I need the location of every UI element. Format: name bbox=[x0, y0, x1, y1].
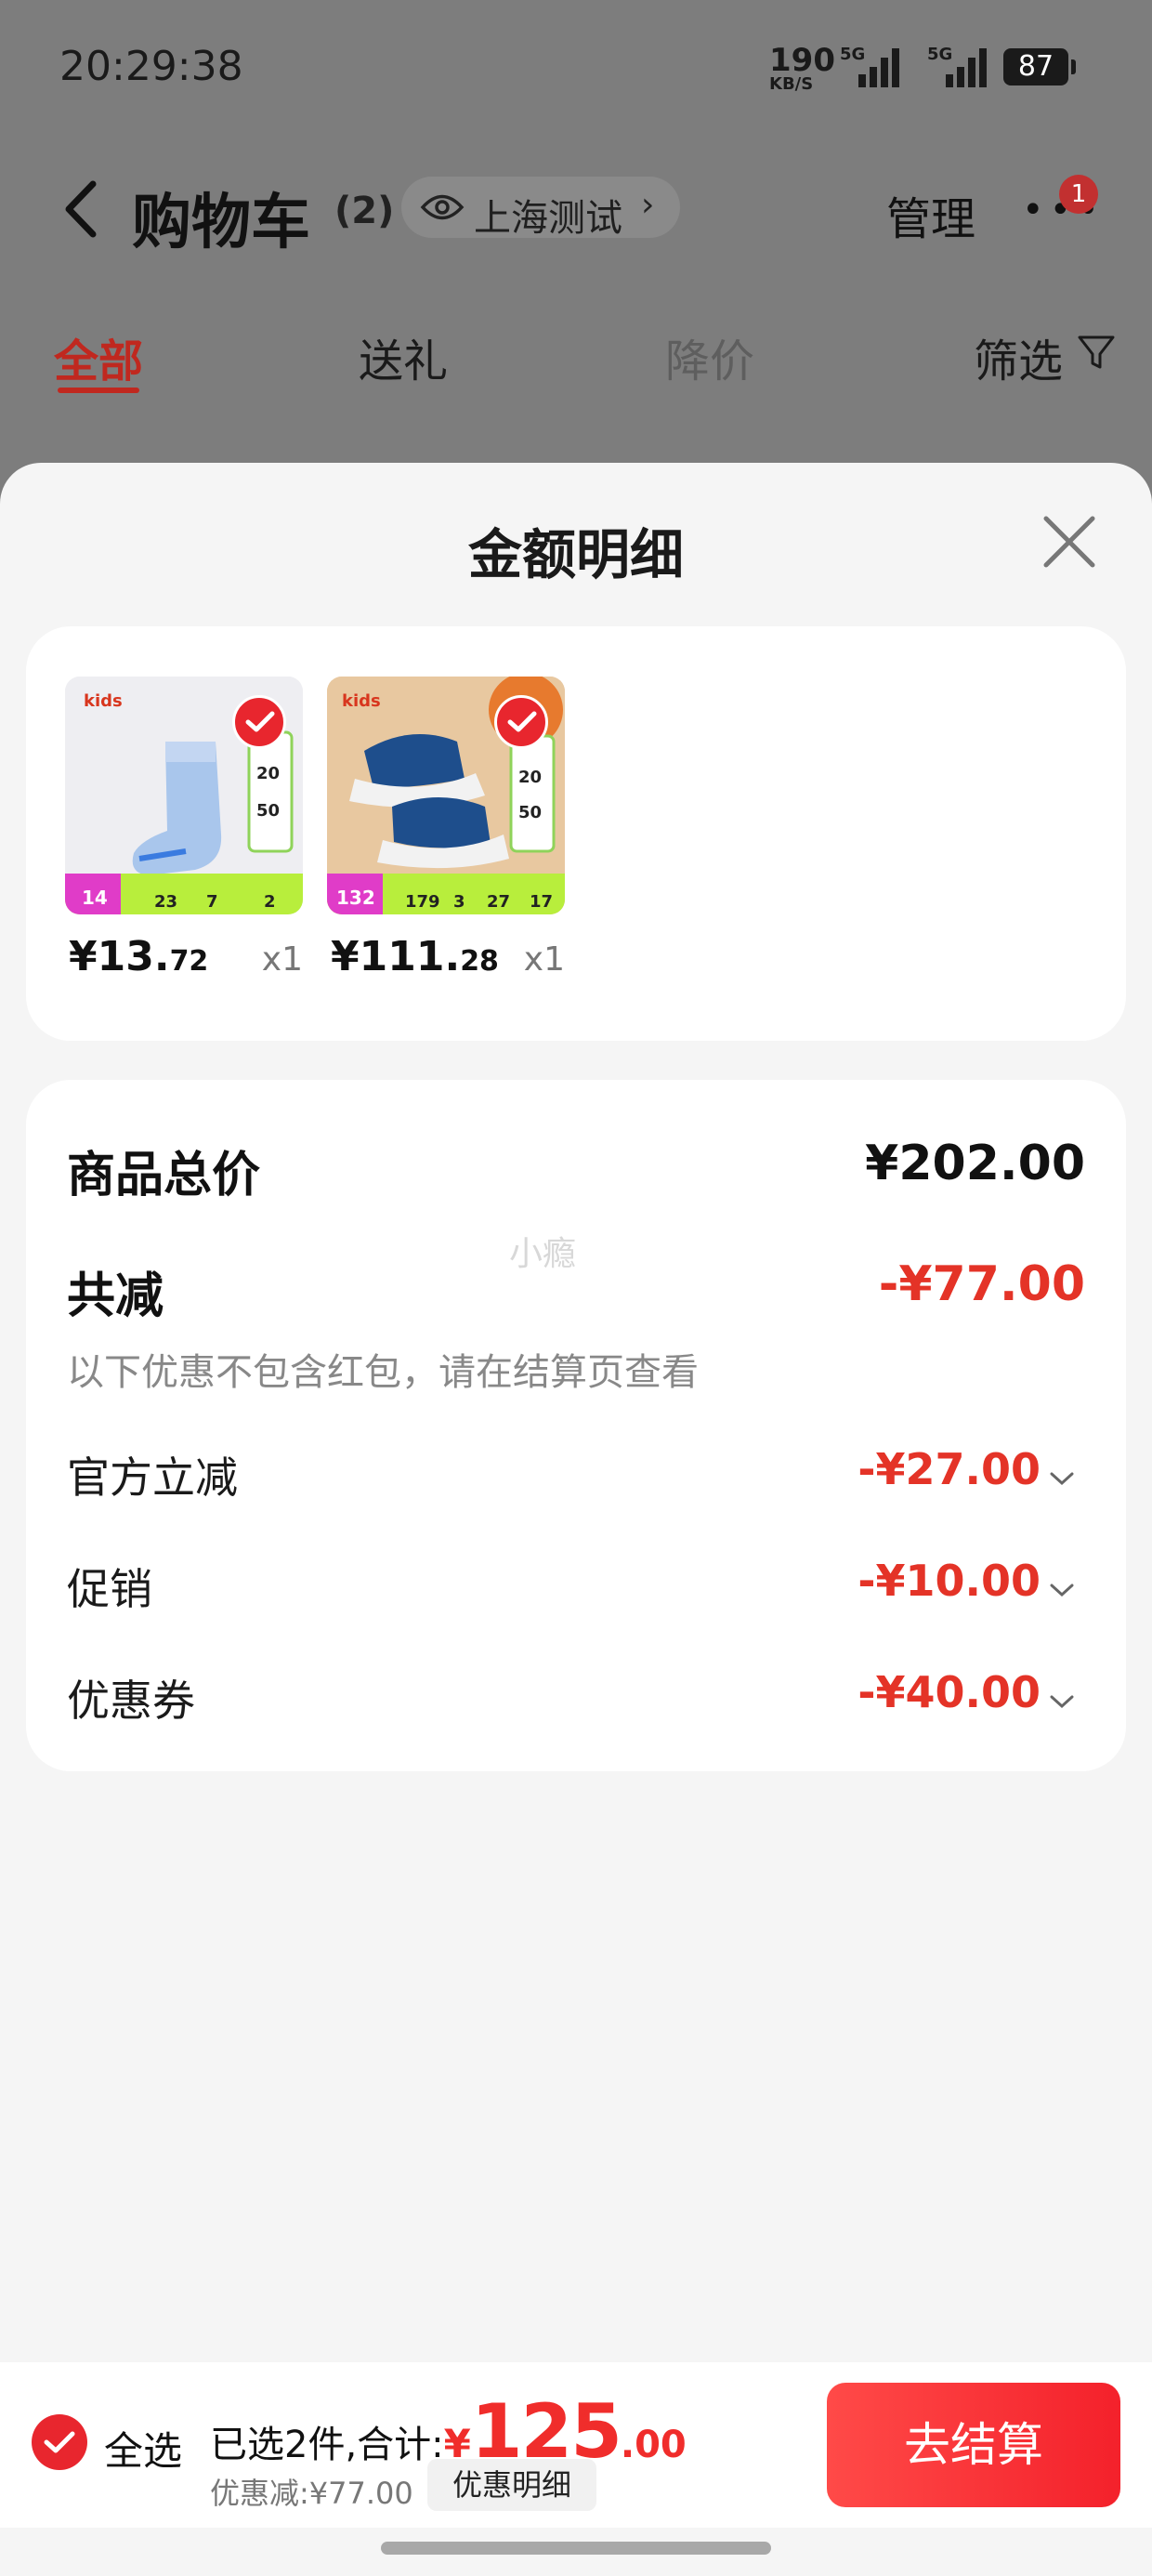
svg-text:17: 17 bbox=[530, 892, 553, 912]
signal-label: 5G bbox=[840, 45, 866, 64]
selected-products-card: kids 20 50 14 23 7 2 ¥13.72 x1 kids 20 5… bbox=[26, 626, 1126, 1041]
total-cents: .00 bbox=[620, 2424, 687, 2466]
product-image[interactable]: kids 20 50 14 23 7 2 bbox=[65, 677, 303, 914]
discount-row-value: -¥40.00 bbox=[857, 1667, 1041, 1717]
signal-label: 5G bbox=[927, 45, 953, 64]
svg-text:kids: kids bbox=[342, 691, 381, 711]
page-title: 购物车 bbox=[132, 189, 310, 257]
tab-price-drop[interactable]: 降价 bbox=[665, 324, 754, 389]
price-cents: 72 bbox=[169, 945, 209, 978]
product-quantity: x1 bbox=[523, 940, 565, 979]
more-menu-button[interactable]: ••• 1 bbox=[1013, 175, 1099, 242]
discount-row-value: -¥27.00 bbox=[857, 1444, 1041, 1494]
svg-text:14: 14 bbox=[82, 887, 108, 909]
checkout-bar: 全选 已选2件,合计:¥125.00 优惠减:¥77.00 优惠明细 去结算 bbox=[0, 2362, 1152, 2528]
price-breakdown-card: 商品总价 ¥202.00 小瘾 共减 -¥77.00 以下优惠不包含红包，请在结… bbox=[26, 1080, 1126, 1771]
svg-text:179: 179 bbox=[405, 892, 440, 912]
product-quantity: x1 bbox=[261, 940, 303, 979]
manage-button[interactable]: 管理 bbox=[886, 182, 975, 247]
selected-check-icon[interactable] bbox=[232, 695, 286, 749]
close-icon[interactable] bbox=[1037, 509, 1102, 574]
filter-funnel-icon[interactable] bbox=[1076, 332, 1117, 373]
back-arrow-icon[interactable] bbox=[56, 177, 111, 242]
svg-text:kids: kids bbox=[84, 691, 123, 711]
svg-text:20: 20 bbox=[518, 768, 542, 787]
tab-filter[interactable]: 筛选 bbox=[974, 324, 1063, 389]
chevron-down-icon[interactable] bbox=[1048, 1582, 1076, 1600]
network-speed-value: 190 bbox=[769, 42, 835, 79]
notification-badge: 1 bbox=[1059, 175, 1098, 214]
cart-count: (2) bbox=[334, 190, 395, 232]
discount-note: 以下优惠不包含红包，请在结算页查看 bbox=[67, 1351, 699, 1394]
svg-text:50: 50 bbox=[256, 801, 280, 821]
location-selector[interactable]: 上海测试 › bbox=[401, 177, 680, 240]
product-image[interactable]: kids 20 50 132 179 3 27 17 bbox=[327, 677, 565, 914]
total-discount-label: 共减 bbox=[67, 1268, 164, 1324]
svg-text:132: 132 bbox=[336, 887, 375, 909]
amount-detail-sheet: 金额明细 kids 20 50 14 23 7 2 ¥13.72 x1 kids… bbox=[0, 463, 1152, 2576]
tab-gift[interactable]: 送礼 bbox=[359, 324, 448, 389]
chevron-down-icon[interactable] bbox=[1048, 1470, 1076, 1489]
checkout-button[interactable]: 去结算 bbox=[827, 2383, 1120, 2507]
svg-text:50: 50 bbox=[518, 803, 542, 822]
cart-header: 购物车 (2) 上海测试 › 管理 ••• 1 bbox=[0, 149, 1152, 269]
subtotal-value: ¥202.00 bbox=[865, 1136, 1085, 1191]
status-bar: 20:29:38 190 KB/S 5G 5G 87 bbox=[0, 0, 1152, 139]
watermark: 小瘾 bbox=[509, 1235, 577, 1273]
discount-row-label: 官方立减 bbox=[67, 1452, 238, 1503]
selected-summary: 已选2件,合计: bbox=[210, 2424, 444, 2466]
chevron-right-icon: › bbox=[641, 186, 655, 224]
subtotal-label: 商品总价 bbox=[67, 1148, 261, 1203]
price-integer: ¥111. bbox=[331, 933, 461, 980]
svg-text:7: 7 bbox=[206, 892, 218, 912]
active-tab-indicator bbox=[58, 388, 139, 393]
discount-row-value: -¥10.00 bbox=[857, 1556, 1041, 1606]
status-time: 20:29:38 bbox=[59, 43, 243, 90]
check-icon bbox=[44, 2431, 75, 2453]
price-cents: 28 bbox=[460, 945, 499, 978]
svg-text:2: 2 bbox=[264, 892, 276, 912]
product-price: ¥111.28 bbox=[331, 933, 499, 980]
total-discount-value: -¥77.00 bbox=[878, 1256, 1085, 1312]
svg-text:27: 27 bbox=[487, 892, 510, 912]
filter-tabs: 全部 送礼 降价 筛选 bbox=[0, 311, 1152, 395]
battery-level: 87 bbox=[1017, 50, 1054, 83]
product-price: ¥13.72 bbox=[69, 933, 208, 980]
signal-icon: 5G bbox=[840, 45, 899, 87]
signal-icon: 5G bbox=[927, 45, 987, 87]
location-label: 上海测试 bbox=[474, 197, 622, 240]
price-integer: ¥13. bbox=[69, 933, 170, 980]
eye-icon bbox=[420, 194, 465, 220]
battery-icon: 87 bbox=[1003, 48, 1076, 85]
chevron-down-icon[interactable] bbox=[1048, 1693, 1076, 1712]
select-all-checkbox[interactable] bbox=[32, 2414, 87, 2470]
discount-row-label: 优惠券 bbox=[67, 1676, 195, 1726]
select-all-label[interactable]: 全选 bbox=[104, 2420, 182, 2477]
svg-text:3: 3 bbox=[453, 892, 465, 912]
discount-summary: 优惠减:¥77.00 bbox=[210, 2476, 413, 2511]
selected-check-icon[interactable] bbox=[494, 695, 548, 749]
svg-text:20: 20 bbox=[256, 764, 280, 783]
tab-all[interactable]: 全部 bbox=[54, 324, 143, 389]
discount-detail-button[interactable]: 优惠明细 bbox=[427, 2459, 596, 2511]
network-speed: 190 KB/S bbox=[769, 45, 835, 93]
svg-text:23: 23 bbox=[154, 892, 177, 912]
discount-row-label: 促销 bbox=[67, 1564, 152, 1614]
sheet-title: 金额明细 bbox=[467, 523, 684, 586]
home-indicator[interactable] bbox=[381, 2542, 771, 2555]
